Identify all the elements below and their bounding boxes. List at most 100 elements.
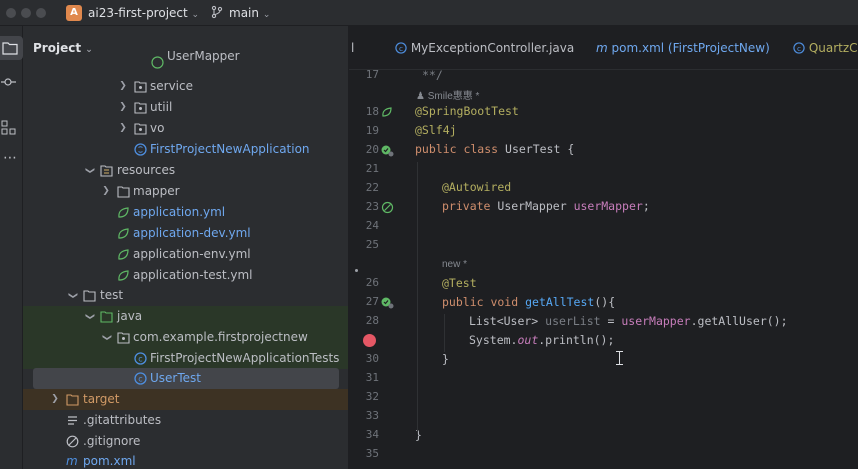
spring-config-icon <box>118 207 129 218</box>
maven-icon: m <box>66 454 78 468</box>
indent-guide <box>444 314 445 352</box>
tab-myexceptioncontroller[interactable]: c MyExceptionController.java <box>395 41 574 55</box>
tree-item-application-env-yml[interactable]: application-env.yml <box>23 244 348 265</box>
tree-item-label: mapper <box>133 184 180 198</box>
folder-icon <box>117 186 130 198</box>
tree-item-test[interactable]: ❯ test <box>23 285 348 306</box>
run-test-icon[interactable] <box>381 296 394 309</box>
line-number: 26 <box>365 276 379 289</box>
tree-item-gitignore[interactable]: .gitignore <box>23 431 348 452</box>
chevron-down-icon: ⌄ <box>262 10 271 20</box>
keyword: private <box>442 199 498 213</box>
chevron-right-icon: ❯ <box>119 102 127 112</box>
autowired-bean-icon[interactable] <box>381 201 394 214</box>
tab-quartz[interactable]: c QuartzCo <box>793 41 858 55</box>
branch-switcher[interactable]: main ⌄ <box>229 6 270 20</box>
more-tools-button[interactable]: ⋯ <box>0 150 23 174</box>
tree-item-label: pom.xml <box>83 454 136 468</box>
tree-item-mapper[interactable]: ❯ mapper <box>23 181 348 202</box>
author-name: Smile惠惠 * <box>427 91 480 102</box>
tree-item-firstprojectnewapplicationtests[interactable]: c FirstProjectNewApplicationTests <box>23 348 348 369</box>
folder-icon <box>2 42 18 55</box>
tree-item-label: UserMapper <box>167 49 240 63</box>
close-window-button[interactable] <box>6 8 16 18</box>
tree-item-label: .gitattributes <box>83 413 162 427</box>
chevron-down-icon: ❯ <box>67 291 78 300</box>
tree-item-com-example-firstprojectnew[interactable]: ❯ com.example.firstprojectnew <box>23 327 348 348</box>
tree-item-java[interactable]: ❯ java <box>23 306 348 327</box>
project-panel-header[interactable]: Project ⌄ <box>33 41 93 55</box>
code-editor[interactable]: **/ ♟ Smile惠惠 * @SpringBootTest @Slf4j p… <box>409 70 858 469</box>
resources-folder-icon <box>100 165 113 177</box>
tab-pom-xml[interactable]: m pom.xml (FirstProjectNew) <box>596 41 770 55</box>
type-name: List<User> <box>469 314 546 328</box>
chevron-right-icon: ❯ <box>102 186 110 196</box>
project-tool-button[interactable] <box>0 36 23 60</box>
tree-item-utiil[interactable]: ❯ utiil <box>23 97 348 118</box>
tree-item-target[interactable]: ❯ target <box>23 389 348 410</box>
tool-window-strip: ⋯ <box>0 26 23 469</box>
tree-item-label: service <box>150 79 193 93</box>
excluded-folder-icon <box>66 394 79 406</box>
commit-tool-button[interactable] <box>0 70 23 94</box>
maximize-window-button[interactable] <box>36 8 46 18</box>
folder-icon <box>83 290 96 302</box>
punctuation: (){ <box>594 295 616 309</box>
chevron-right-icon: ❯ <box>119 81 127 91</box>
tree-item-application-yml[interactable]: application.yml <box>23 202 348 223</box>
line-number: 34 <box>365 428 379 441</box>
tree-item-service[interactable]: ❯ service <box>23 76 348 97</box>
fold-dot-icon <box>355 269 358 272</box>
tab-partial[interactable]: l <box>351 41 354 55</box>
line-number: 31 <box>365 371 379 384</box>
keyword: public class <box>415 142 506 156</box>
tree-item-gitattributes[interactable]: .gitattributes <box>23 410 348 431</box>
chevron-down-icon: ❯ <box>101 333 112 342</box>
tree-item-usertest[interactable]: c UserTest <box>33 368 339 389</box>
tree-item-vo[interactable]: ❯ vo <box>23 118 348 139</box>
run-test-icon[interactable] <box>381 144 394 157</box>
ignore-file-icon <box>66 435 79 448</box>
maven-icon: m <box>596 41 608 55</box>
minimize-window-button[interactable] <box>21 8 31 18</box>
text-file-icon <box>68 416 77 425</box>
tree-item-label: utiil <box>150 100 173 114</box>
author-inlay-hint[interactable]: ♟ Smile惠惠 * <box>416 87 479 102</box>
tree-item-application-test-yml[interactable]: application-test.yml <box>23 265 348 286</box>
line-number: 33 <box>365 409 379 422</box>
chevron-right-icon: ❯ <box>119 123 127 133</box>
code-line-26: @Test <box>442 276 477 290</box>
line-number: 24 <box>365 219 379 232</box>
line-number: 22 <box>365 181 379 194</box>
editor-gutter: 17 18 19 20 21 22 23 24 25 26 27 28 30 3… <box>349 68 409 469</box>
tree-item-label: FirstProjectNewApplication <box>150 142 310 156</box>
tree-item-firstprojectnewapplication[interactable]: FirstProjectNewApplication <box>23 139 348 160</box>
tree-item-usermapper[interactable]: UserMapper <box>23 49 348 77</box>
chevron-down-icon: ❯ <box>84 312 95 321</box>
usage-inlay-hint[interactable]: new * <box>442 259 467 270</box>
svg-text:c: c <box>797 44 801 53</box>
field-name: userMapper <box>573 199 643 213</box>
breakpoint-icon[interactable] <box>363 334 376 347</box>
tree-item-application-dev-yml[interactable]: application-dev.yml <box>23 223 348 244</box>
git-branch-icon <box>211 5 223 19</box>
tab-label: pom.xml (FirstProjectNew) <box>611 41 770 55</box>
project-name: ai23-first-project <box>88 6 188 20</box>
line-number: 20 <box>365 143 379 156</box>
field-name: userMapper <box>621 314 691 328</box>
structure-tool-button[interactable] <box>0 116 23 140</box>
tab-label: QuartzCo <box>808 41 858 55</box>
code-line-28: List<User> userList = userMapper.getAllU… <box>469 314 788 328</box>
tree-item-label: application-env.yml <box>133 247 251 261</box>
spring-bean-icon[interactable] <box>381 106 393 118</box>
tree-item-label: test <box>100 288 124 302</box>
tree-item-label: FirstProjectNewApplicationTests <box>150 351 340 365</box>
spring-config-icon <box>118 270 129 281</box>
tree-item-resources[interactable]: ❯ resources <box>23 160 348 181</box>
tree-item-pom-xml[interactable]: m pom.xml <box>23 451 348 469</box>
commit-icon <box>1 78 16 86</box>
code-line-20: public class UserTest { <box>415 142 574 156</box>
structure-icon <box>1 120 16 135</box>
project-switcher[interactable]: ai23-first-project ⌄ <box>88 6 199 20</box>
code-line-17: **/ <box>422 70 443 82</box>
